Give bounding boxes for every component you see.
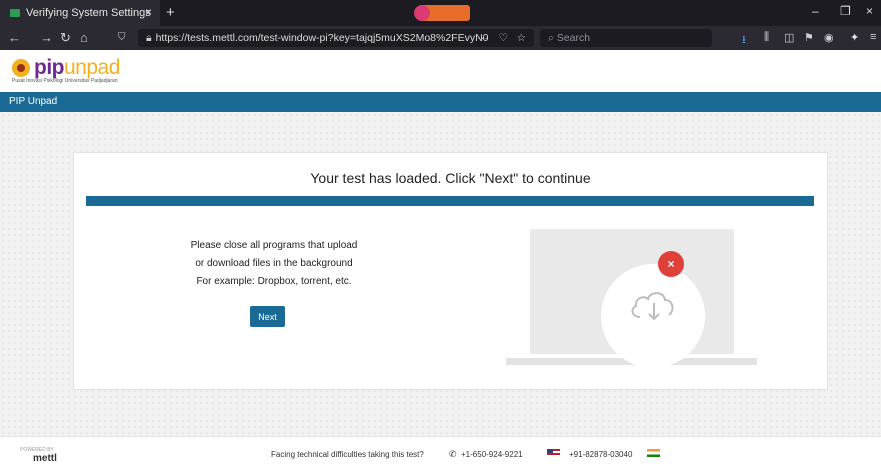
search-placeholder: Search <box>556 32 591 44</box>
site-nav-bar: PIP Unpad <box>0 92 881 112</box>
new-tab-button[interactable]: + <box>166 4 175 21</box>
menu-icon[interactable]: ≡ <box>870 31 876 43</box>
close-window-icon[interactable]: × <box>866 4 873 18</box>
instructions: Please close all programs that upload or… <box>174 237 374 291</box>
sidebar-icon[interactable]: ◫ <box>784 31 794 44</box>
address-bar[interactable]: 🔒︎ https://tests.mettl.com/test-window-pi… <box>138 29 534 47</box>
browser-tab[interactable]: Verifying System Settings × <box>0 0 160 26</box>
india-flag-icon <box>647 449 660 457</box>
pip-unpad-logo[interactable]: pipunpad Pusat Inovasi Psikologi Univers… <box>12 56 120 86</box>
page-actions-icon[interactable]: ··· <box>478 29 489 47</box>
help-text: Facing technical difficulties taking thi… <box>271 450 424 459</box>
flag-icon[interactable]: ⚑ <box>804 31 814 44</box>
search-input[interactable]: ⌕ Search <box>540 29 712 47</box>
restore-icon[interactable]: ❐ <box>840 4 851 18</box>
instruction-line: or download files in the background <box>195 258 353 269</box>
lock-icon: 🔒︎ <box>146 32 152 44</box>
reload-icon[interactable]: ↻ <box>60 30 71 46</box>
forward-icon[interactable]: → <box>40 30 53 45</box>
error-icon: × <box>658 251 684 277</box>
india-phone-number[interactable]: +91-82878-03040 <box>569 450 632 459</box>
us-phone-number[interactable]: +1-650-924-9221 <box>461 450 523 459</box>
logo-badge-icon <box>12 59 30 77</box>
instruction-line: For example: Dropbox, torrent, etc. <box>196 276 352 287</box>
library-icon[interactable]: ⫼ <box>764 31 769 44</box>
test-loaded-card: Your test has loaded. Click "Next" to co… <box>73 152 828 390</box>
pocket-icon[interactable]: ♡ <box>499 29 508 47</box>
instruction-line: Please close all programs that upload <box>190 240 358 251</box>
bookmark-star-icon[interactable]: ☆ <box>517 29 526 47</box>
tab-favicon-icon <box>10 9 20 17</box>
browser-tab-bar: Verifying System Settings × + – ❐ × <box>0 0 881 26</box>
tab-title: Verifying System Settings <box>26 7 151 19</box>
browser-nav-bar: ← → ↻ ⌂ ⛉ 🔒︎ https://tests.mettl.com/test… <box>0 26 881 50</box>
next-button[interactable]: Next <box>250 306 285 327</box>
card-header-strip <box>86 196 814 206</box>
tab-close-icon[interactable]: × <box>145 5 152 19</box>
url-text: https://tests.mettl.com/test-window-pi?k… <box>155 32 489 44</box>
logo-subtitle: Pusat Inovasi Psikologi Universitas Padj… <box>12 78 118 84</box>
download-icon[interactable]: ⭳ <box>742 31 746 50</box>
extension-icons[interactable] <box>414 5 470 21</box>
cloud-download-icon <box>631 292 674 321</box>
extension-icon[interactable]: ◉ <box>824 31 834 44</box>
search-icon: ⌕ <box>548 32 557 44</box>
mettl-logo[interactable]: mettl <box>33 453 57 464</box>
shield-icon[interactable]: ⛉ <box>118 32 126 43</box>
logo-brand: pipunpad <box>34 56 120 79</box>
home-icon[interactable]: ⌂ <box>80 30 88 45</box>
back-icon[interactable]: ← <box>8 30 21 45</box>
account-icon[interactable]: ✦ <box>850 31 859 44</box>
phone-icon: ✆ <box>449 449 457 459</box>
card-title: Your test has loaded. Click "Next" to co… <box>310 170 591 186</box>
footer: POWERED BY mettl Facing technical diffic… <box>0 436 881 472</box>
site-header: pipunpad Pusat Inovasi Psikologi Univers… <box>0 50 881 92</box>
us-flag-icon <box>547 449 560 457</box>
minimize-icon[interactable]: – <box>812 4 819 18</box>
